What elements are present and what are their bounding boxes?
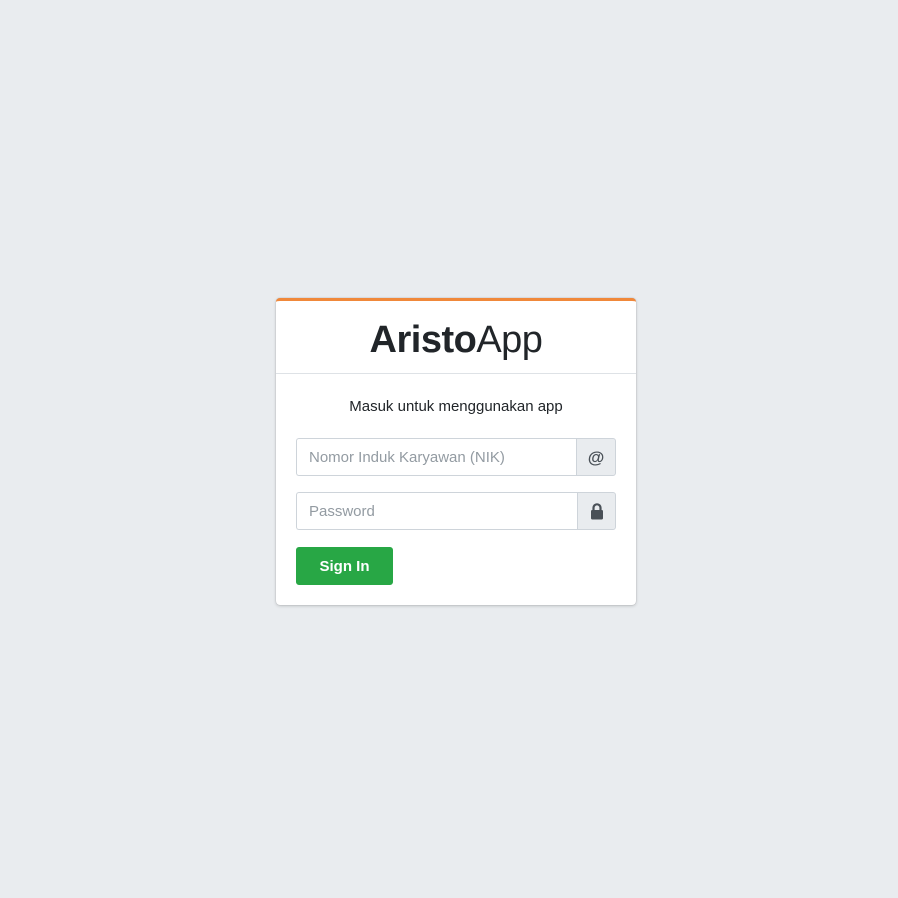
password-addon [577, 492, 616, 530]
card-body: Masuk untuk menggunakan app @ Sign In [276, 398, 636, 585]
nik-addon: @ [576, 438, 616, 476]
lock-icon [590, 502, 603, 519]
nik-input-group: @ [296, 438, 616, 476]
password-input[interactable] [296, 492, 577, 530]
password-input-group [296, 492, 616, 530]
login-box-message: Masuk untuk menggunakan app [349, 398, 563, 415]
nik-input[interactable] [296, 438, 576, 476]
brand-name-bold: Aristo [369, 319, 477, 361]
app-logo[interactable]: AristoApp [370, 321, 543, 359]
sign-in-button[interactable]: Sign In [296, 547, 393, 585]
at-icon: @ [587, 447, 605, 467]
card-header: AristoApp [276, 301, 636, 374]
login-page: AristoApp Masuk untuk menggunakan app @ [0, 0, 898, 898]
login-card: AristoApp Masuk untuk menggunakan app @ [276, 298, 636, 605]
brand-name-light: App [476, 319, 543, 361]
